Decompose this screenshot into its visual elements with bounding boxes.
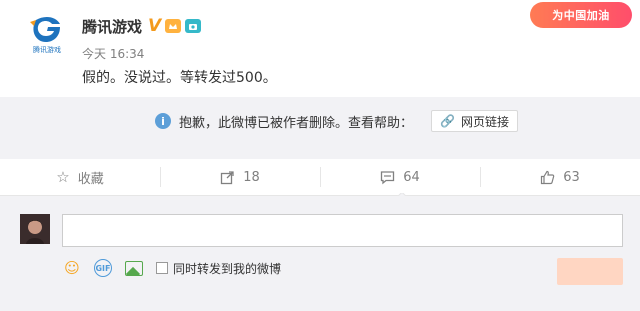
favorite-button[interactable]: ☆ 收藏 [0, 159, 160, 195]
deleted-repost-panel: i 抱歉，此微博已被作者删除。查看帮助： 🔗 网页链接 [0, 97, 640, 159]
user-avatar-image [20, 214, 50, 244]
promo-banner[interactable]: 为中国加油 [530, 2, 632, 28]
favorite-label: 收藏 [77, 171, 104, 187]
comment-button[interactable]: 64 [320, 159, 480, 195]
verified-icon[interactable]: V [148, 17, 161, 35]
repost-button[interactable]: 18 [160, 159, 320, 195]
promo-label: 为中国加油 [552, 9, 610, 22]
image-button[interactable] [124, 258, 144, 278]
deleted-notice: i 抱歉，此微博已被作者删除。查看帮助： 🔗 网页链接 [155, 110, 518, 132]
like-count: 63 [563, 169, 580, 185]
submit-comment-button[interactable] [557, 258, 623, 285]
comment-tools: ☺ GIF 同时转发到我的微博 [62, 258, 281, 278]
camera-icon [189, 24, 198, 30]
help-link-label: 网页链接 [460, 114, 509, 129]
svg-text:腾讯游戏: 腾讯游戏 [33, 45, 61, 54]
also-repost-option[interactable]: 同时转发到我的微博 [156, 260, 281, 277]
deleted-message: 抱歉，此微博已被作者删除。查看帮助： [179, 115, 414, 131]
like-button[interactable]: 63 [480, 159, 640, 195]
author-row: 腾讯游戏 V [82, 16, 202, 37]
weibo-post: 腾讯游戏 腾讯游戏 V 今天 16:34 假的。没说过。等转发过500。 为中国… [0, 0, 640, 97]
crown-icon [169, 24, 178, 29]
author-avatar[interactable]: 腾讯游戏 [22, 12, 72, 62]
thumbs-up-icon [541, 170, 555, 184]
help-link-button[interactable]: 🔗 网页链接 [431, 110, 518, 132]
repost-icon [221, 170, 234, 184]
also-repost-checkbox[interactable] [156, 262, 168, 274]
action-bar: ☆ 收藏 18 64 63 [0, 159, 640, 196]
also-repost-label: 同时转发到我的微博 [173, 261, 282, 276]
comment-icon [381, 170, 395, 184]
camera-badge-icon[interactable] [185, 19, 202, 33]
comment-area: ☺ GIF 同时转发到我的微博 [0, 196, 640, 311]
author-name[interactable]: 腾讯游戏 [82, 16, 142, 37]
comment-input[interactable] [62, 214, 623, 247]
link-icon: 🔗 [440, 114, 455, 128]
tencent-games-logo: 腾讯游戏 [22, 12, 72, 62]
comment-count: 64 [403, 169, 420, 185]
vip-badge-icon[interactable] [165, 19, 182, 33]
user-avatar[interactable] [20, 214, 50, 244]
emoji-icon[interactable]: ☺ [62, 258, 82, 278]
gif-icon[interactable]: GIF [94, 259, 112, 277]
star-icon: ☆ [56, 168, 70, 186]
info-icon: i [155, 113, 171, 129]
post-time[interactable]: 今天 16:34 [82, 45, 144, 62]
post-content: 假的。没说过。等转发过500。 [82, 70, 277, 86]
repost-count: 18 [243, 169, 260, 185]
image-icon [125, 260, 143, 276]
